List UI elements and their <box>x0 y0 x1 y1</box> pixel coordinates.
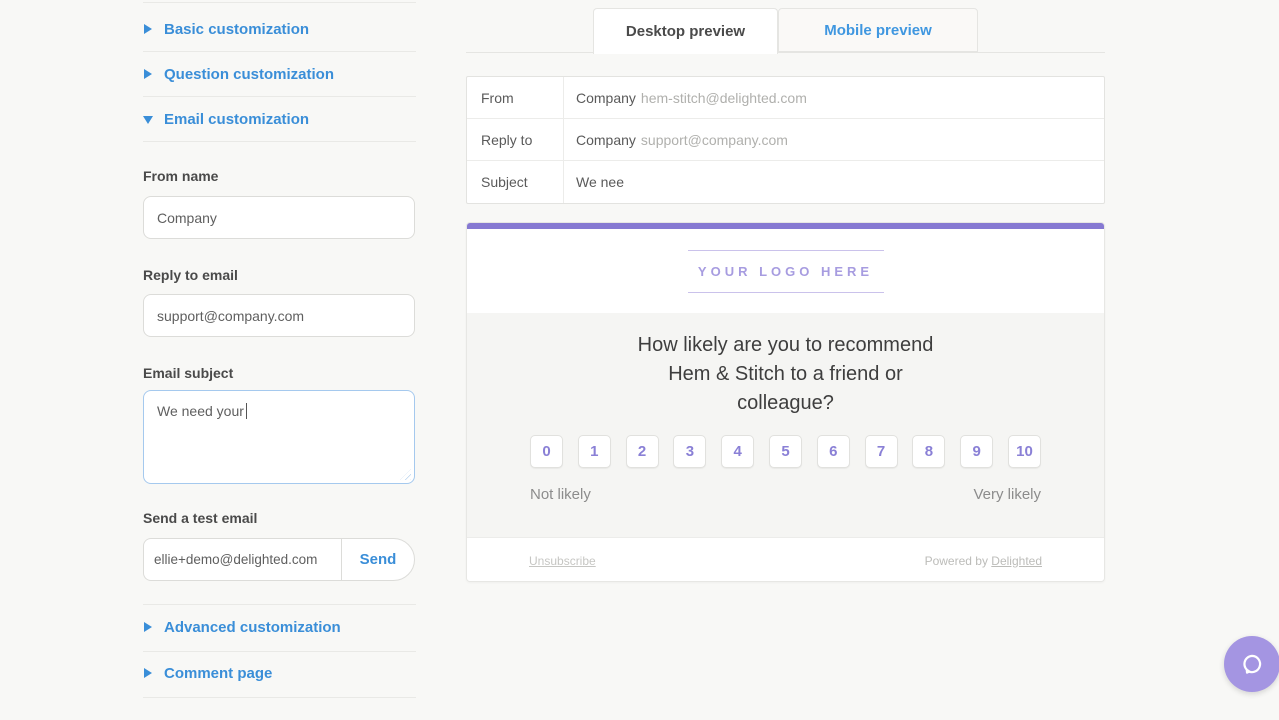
scale-button-6[interactable]: 6 <box>817 435 850 468</box>
powered-by-text: Powered by <box>925 554 988 568</box>
sidebar-item-label: Email customization <box>164 111 309 128</box>
email-header-table: From Company hem-stitch@delighted.com Re… <box>466 76 1105 204</box>
test-email-input[interactable] <box>143 538 341 581</box>
sidebar-item-label: Comment page <box>164 665 272 682</box>
sidebar-item-comment-page[interactable]: Comment page <box>143 662 416 684</box>
chevron-right-icon <box>143 622 153 632</box>
sidebar-item-advanced-customization[interactable]: Advanced customization <box>143 616 416 638</box>
scale-button-4[interactable]: 4 <box>721 435 754 468</box>
divider <box>143 697 416 698</box>
logo-divider-bottom <box>688 292 884 293</box>
from-sender-email: hem-stitch@delighted.com <box>641 90 807 106</box>
scale-button-2[interactable]: 2 <box>626 435 659 468</box>
reply-to-email: support@company.com <box>641 132 788 148</box>
table-row-subject: Subject We nee <box>467 161 1104 203</box>
chat-bubble-icon <box>1239 651 1265 677</box>
tab-desktop-preview[interactable]: Desktop preview <box>593 8 778 54</box>
nps-scale: 0 1 2 3 4 5 6 7 8 9 10 <box>530 435 1041 468</box>
resize-handle-icon[interactable] <box>400 469 411 480</box>
divider <box>143 651 416 652</box>
scale-button-0[interactable]: 0 <box>530 435 563 468</box>
scale-button-10[interactable]: 10 <box>1008 435 1041 468</box>
chevron-right-icon <box>143 69 153 79</box>
anchor-very-likely: Very likely <box>973 486 1041 503</box>
table-row-from: From Company hem-stitch@delighted.com <box>467 77 1104 119</box>
chevron-down-icon <box>143 114 153 124</box>
table-row-reply-to: Reply to Company support@company.com <box>467 119 1104 161</box>
logo-placeholder: YOUR LOGO HERE <box>688 250 884 293</box>
scale-button-7[interactable]: 7 <box>865 435 898 468</box>
reply-to-row-label: Reply to <box>467 119 564 160</box>
unsubscribe-link[interactable]: Unsubscribe <box>529 554 596 568</box>
delighted-link[interactable]: Delighted <box>991 554 1042 568</box>
anchor-not-likely: Not likely <box>530 486 591 503</box>
send-button[interactable]: Send <box>341 538 415 581</box>
from-name-input[interactable] <box>143 196 415 239</box>
help-beacon-button[interactable] <box>1224 636 1279 692</box>
subject-value: We nee <box>576 174 624 190</box>
sidebar-item-label: Advanced customization <box>164 619 341 636</box>
from-sender-name: Company <box>576 90 636 106</box>
reply-to-email-label: Reply to email <box>143 267 238 283</box>
scale-button-3[interactable]: 3 <box>673 435 706 468</box>
divider <box>143 2 416 3</box>
email-preview-card: YOUR LOGO HERE How likely are you to rec… <box>466 222 1105 582</box>
sidebar-item-label: Basic customization <box>164 21 309 38</box>
email-subject-label: Email subject <box>143 365 233 381</box>
sidebar-item-email-customization[interactable]: Email customization <box>143 108 416 130</box>
survey-body: How likely are you to recommend Hem & St… <box>467 313 1104 537</box>
sidebar-item-label: Question customization <box>164 66 334 83</box>
send-test-email-label: Send a test email <box>143 510 257 526</box>
sidebar-item-basic-customization[interactable]: Basic customization <box>143 18 416 40</box>
logo-text: YOUR LOGO HERE <box>688 251 884 292</box>
scale-button-9[interactable]: 9 <box>960 435 993 468</box>
tabbar-divider <box>466 52 1105 53</box>
tab-mobile-preview[interactable]: Mobile preview <box>778 8 978 52</box>
email-footer: Unsubscribe Powered by Delighted <box>467 537 1104 582</box>
divider <box>143 604 416 605</box>
reply-to-email-input[interactable] <box>143 294 415 337</box>
text-cursor <box>246 403 247 419</box>
chevron-right-icon <box>143 668 153 678</box>
divider <box>143 96 416 97</box>
from-name-label: From name <box>143 168 218 184</box>
email-customization-page: Basic customization Question customizati… <box>0 0 1279 720</box>
divider <box>143 141 416 142</box>
subject-row-label: Subject <box>467 161 564 203</box>
sidebar-item-question-customization[interactable]: Question customization <box>143 63 416 85</box>
from-row-label: From <box>467 77 564 118</box>
scale-button-5[interactable]: 5 <box>769 435 802 468</box>
scale-button-1[interactable]: 1 <box>578 435 611 468</box>
email-subject-text: We need your <box>157 403 244 419</box>
reply-to-name: Company <box>576 132 636 148</box>
email-subject-textarea[interactable]: We need your <box>143 390 415 484</box>
scale-button-8[interactable]: 8 <box>912 435 945 468</box>
divider <box>143 51 416 52</box>
nps-question: How likely are you to recommend Hem & St… <box>530 331 1041 418</box>
send-test-email-group: Send <box>143 538 415 581</box>
chevron-right-icon <box>143 24 153 34</box>
